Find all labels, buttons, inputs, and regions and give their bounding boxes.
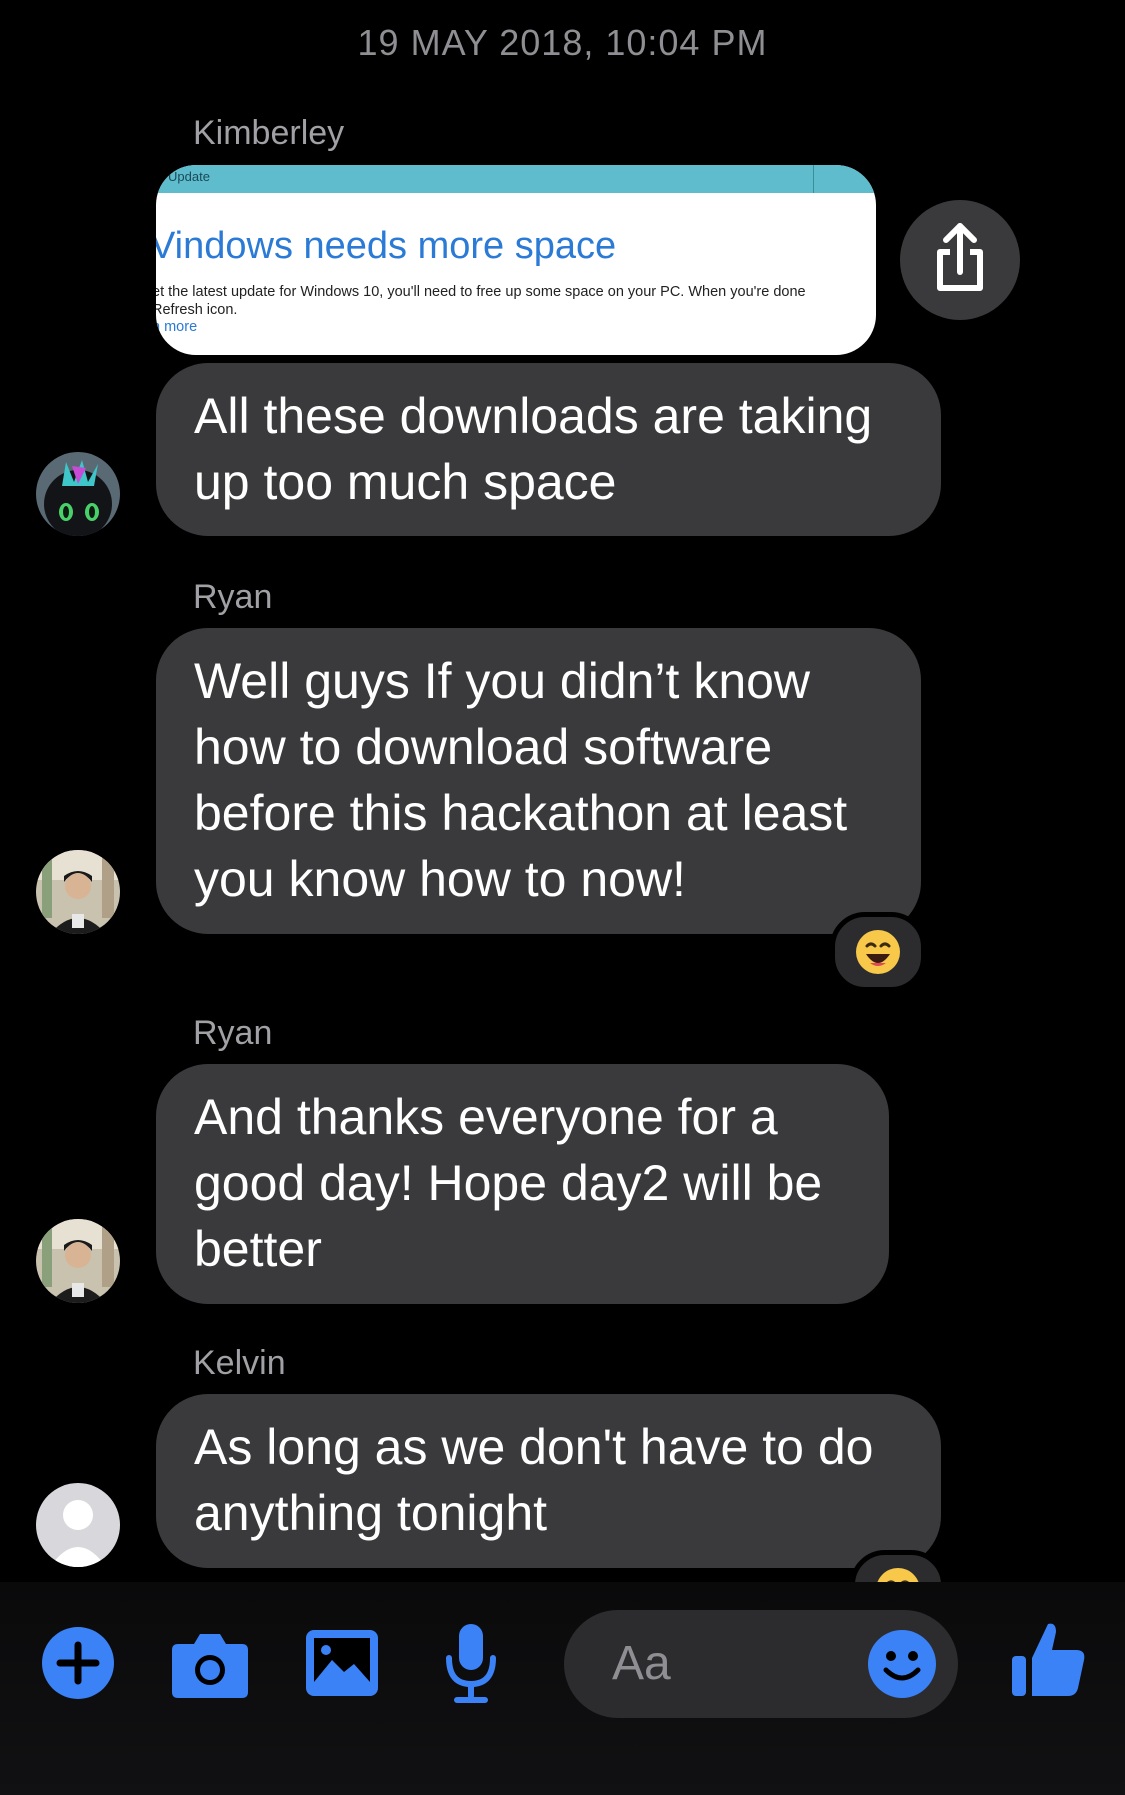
conversation-timestamp: 19 MAY 2018, 10:04 PM <box>357 22 768 63</box>
microphone-icon <box>446 1624 496 1703</box>
ryan-avatar[interactable] <box>36 850 120 934</box>
message-bubble[interactable]: Well guys If you didn’t know how to down… <box>156 628 921 934</box>
sender-name: Ryan <box>193 1014 273 1052</box>
default-avatar[interactable] <box>36 1483 120 1567</box>
emoji-button[interactable] <box>866 1628 938 1705</box>
emoji-icon <box>868 1630 936 1698</box>
share-button[interactable] <box>900 200 1020 320</box>
window-title-bar: Update <box>156 165 876 193</box>
message-input-placeholder: Aa <box>612 1637 671 1690</box>
shared-image[interactable]: Update Vindows needs more space et the l… <box>156 165 876 355</box>
photo-icon <box>306 1630 378 1696</box>
sender-name: Kimberley <box>193 114 345 152</box>
image-link: n more <box>156 319 198 335</box>
image-body-line: et the latest update for Windows 10, you… <box>156 284 806 300</box>
message-bubble[interactable]: All these downloads are taking up too mu… <box>156 363 941 536</box>
sender-name: Ryan <box>193 578 273 616</box>
microphone-button[interactable] <box>443 1622 499 1709</box>
like-button[interactable] <box>1010 1620 1086 1705</box>
plus-button[interactable] <box>40 1625 116 1706</box>
image-body: et the latest update for Windows 10, you… <box>156 283 806 319</box>
message-input[interactable]: Aa <box>564 1610 958 1718</box>
plus-icon <box>42 1627 114 1699</box>
message-reaction[interactable] <box>830 912 926 992</box>
kimberley-avatar[interactable] <box>36 452 120 536</box>
camera-button[interactable] <box>170 1630 250 1705</box>
thumbs-up-icon <box>1012 1623 1085 1696</box>
window-title: Update <box>168 169 210 184</box>
minimize-icon <box>813 165 850 193</box>
camera-icon <box>172 1634 248 1698</box>
composer-bar <box>0 1582 1125 1795</box>
ryan-avatar[interactable] <box>36 1219 120 1303</box>
share-icon <box>937 223 983 291</box>
sender-name: Kelvin <box>193 1344 286 1382</box>
photo-button[interactable] <box>304 1628 380 1703</box>
laughing-emoji-icon <box>856 930 900 974</box>
message-bubble[interactable]: And thanks everyone for a good day! Hope… <box>156 1064 889 1304</box>
message-bubble[interactable]: As long as we don't have to do anything … <box>156 1394 941 1568</box>
image-heading: Vindows needs more space <box>156 225 617 267</box>
image-body-line: Refresh icon. <box>156 302 238 318</box>
